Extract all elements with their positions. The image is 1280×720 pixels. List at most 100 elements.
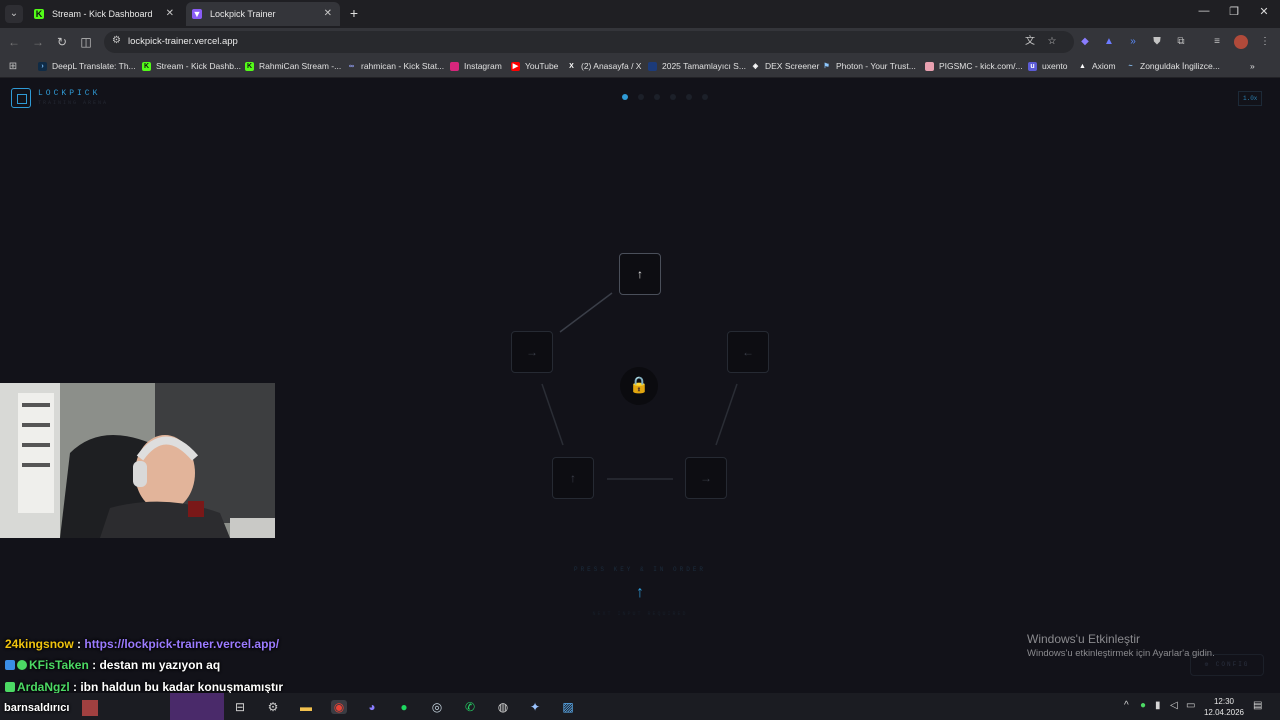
connector-line [715,383,738,446]
spotify-icon[interactable]: ● [396,700,412,714]
key-bottom-right-right-arrow: → [685,457,727,499]
clock-time: 12:30 [1213,697,1235,706]
avatar[interactable] [1234,35,1248,49]
instruction-subtext: NEXT INPUT REQUIRED [592,611,688,617]
badge-icon [5,660,15,670]
clock[interactable]: 12:30 12.04.2026 [1202,696,1246,718]
address-bar[interactable]: ⚙ lockpick-trainer.vercel.app [104,31,1074,53]
minimize-button[interactable]: — [1194,5,1214,17]
connector-line [559,292,613,333]
next-key-up-arrow-icon: ↑ [636,584,644,601]
bookmark-tamamlayici[interactable]: 2025 Tamamlayıcı S... [648,61,746,71]
tray-app-icon[interactable]: ● [1140,700,1146,711]
app-thumbnail[interactable] [170,693,224,720]
discord-icon[interactable]: ◕ [364,700,380,714]
bookmark-x[interactable]: X (2) Anasayfa / X [567,61,641,71]
close-icon[interactable]: ✕ [166,8,174,19]
bookmark-dex-screener[interactable]: ◈ DEX Screener [751,61,820,71]
restore-button[interactable]: ❐ [1224,5,1244,18]
folder-icon[interactable]: ▬ [298,700,314,714]
chat-message: ArdaNgzl : ibn haldun bu kadar konuşmamı… [5,680,283,694]
star-icon[interactable]: ☆ [1045,35,1059,49]
tab-lockpick-trainer[interactable]: ▼ Lockpick Trainer ✕ [186,2,340,26]
chat-message: KFisTaken : destan mı yazıyon aq [5,658,220,672]
key-top-up-arrow: ↑ [619,253,661,295]
chevron-up-icon[interactable]: ^ [1124,700,1129,711]
bookmark-deepl[interactable]: › DeepL Translate: Th... [38,61,136,71]
shield-icon[interactable]: ⛊ [1150,35,1164,49]
uxento-icon: u [1028,61,1037,71]
kick-icon: K [142,61,151,71]
dex-icon: ◈ [752,62,759,70]
app-icon[interactable]: ▨ [560,700,576,714]
kick-icon: K [34,9,44,19]
clock-date: 12.04.2026 [1203,708,1245,717]
more-bookmarks-icon[interactable]: » [1250,61,1255,71]
microphone-icon[interactable]: ▮ [1155,700,1161,711]
app-icon[interactable]: ◍ [495,700,511,714]
bookmark-kick-stats[interactable]: ∞ rahmican - Kick Stat... [347,61,444,71]
chat-username: 24kingsnow [5,637,74,651]
reload-icon[interactable]: ↻ [54,34,70,50]
bookmark-youtube[interactable]: ▶ YouTube [511,61,558,71]
extension-icon[interactable]: ◆ [1078,35,1092,49]
x-icon: X [569,62,574,70]
steam-icon[interactable]: ◎ [429,700,445,714]
tab-label: Stream - Kick Dashboard [52,9,153,19]
forward-arrow-icon[interactable]: → [30,34,46,50]
bookmark-photon[interactable]: ⚑ Photon - Your Trust... [822,61,916,71]
tab-kick-dashboard[interactable]: K Stream - Kick Dashboard ✕ [28,2,182,26]
bookmark-instagram[interactable]: Instagram [450,61,502,71]
new-tab-button[interactable]: + [346,5,362,21]
extension-icon[interactable]: ▲ [1102,35,1116,49]
site-icon [648,61,657,71]
chat-message: 24kingsnow : https://lockpick-trainer.ve… [5,637,280,651]
chat-text: destan mı yazıyon aq [99,658,221,672]
lock-icon: 🔒 [620,367,658,405]
pig-icon [925,61,934,71]
instagram-icon [450,61,459,71]
volume-icon[interactable]: ◁ [1170,700,1178,711]
app-icon[interactable]: ✦ [527,700,543,714]
network-icon[interactable]: ▭ [1186,700,1195,711]
connector-line [541,383,564,446]
menu-icon[interactable]: ⋮ [1258,35,1272,49]
notification-icon[interactable]: ▤ [1253,700,1262,711]
sidebar-icon[interactable]: ◫ [78,34,94,50]
bookmark-rahmican-stream[interactable]: K RahmiCan Stream -... [245,61,341,71]
app-thumbnail[interactable] [82,700,98,716]
link-icon: ∞ [349,62,354,70]
media-icon[interactable]: ≡ [1210,35,1224,49]
chat-link[interactable]: https://lockpick-trainer.vercel.app/ [84,637,279,651]
webcam-overlay [0,383,275,538]
apps-icon[interactable]: ⊞ [6,60,20,74]
back-arrow-icon[interactable]: ← [6,34,22,50]
deepl-icon: › [38,61,47,71]
bookmark-zonguldak[interactable]: ~ Zonguldak İngilizce... [1126,61,1219,71]
close-icon[interactable]: ✕ [324,8,332,19]
site-icon: ~ [1128,62,1133,70]
windows-activation-subtitle: Windows'u etkinleştirmek için Ayarlar'a … [1027,648,1215,659]
webcam-feed [0,383,275,538]
chrome-icon[interactable]: ◉ [331,700,347,714]
youtube-icon: ▶ [511,61,520,71]
tab-search-button[interactable]: ⌄ [5,5,23,23]
bookmark-uxento[interactable]: u uxento [1028,61,1068,71]
extension-icon[interactable]: » [1126,35,1140,49]
bookmark-pigsmc[interactable]: PIGSMC - kick.com/... [925,61,1023,71]
app-icon[interactable]: ⚙ [265,700,281,714]
close-window-button[interactable]: ✕ [1254,5,1274,18]
whatsapp-icon[interactable]: ✆ [462,700,478,714]
key-bottom-left-up-arrow: ↑ [552,457,594,499]
task-view-icon[interactable]: ⊟ [232,700,248,714]
puzzle-icon[interactable]: ⧉ [1174,35,1188,49]
bookmark-axiom[interactable]: ▲ Axiom [1078,61,1116,71]
windows-activation-title: Windows'u Etkinleştir [1027,632,1140,646]
bookmark-kick-dashboard[interactable]: K Stream - Kick Dashb... [142,61,241,71]
site-info-icon[interactable]: ⚙ [112,35,121,46]
translate-icon[interactable]: 文 [1023,35,1037,49]
verified-icon [17,660,27,670]
url-text: lockpick-trainer.vercel.app [128,36,238,47]
axiom-icon: ▲ [1079,62,1086,70]
photon-icon: ⚑ [823,62,830,70]
